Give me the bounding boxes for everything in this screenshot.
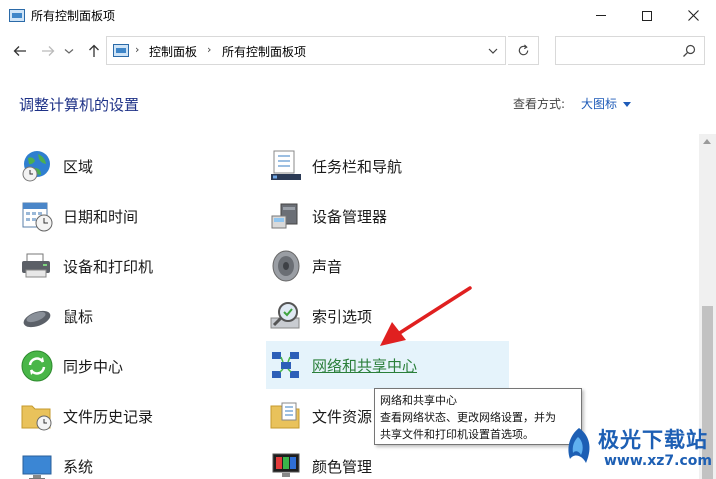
explorer-options-icon	[270, 402, 300, 429]
item-color-management[interactable]: 颜色管理	[266, 444, 506, 479]
printer-icon	[22, 253, 50, 278]
maximize-icon	[642, 10, 652, 21]
refresh-icon	[518, 44, 528, 56]
tooltip-line: 共享文件和打印机设置首选项。	[380, 428, 534, 441]
item-label: 文件历史记录	[63, 407, 154, 426]
tooltip-line: 查看网络状态、更改网络设置，并为	[380, 411, 556, 424]
color-management-icon	[272, 453, 300, 477]
speaker-icon	[272, 250, 300, 282]
recent-locations-button[interactable]	[62, 41, 76, 61]
item-label: 鼠标	[63, 307, 94, 326]
scroll-up-icon[interactable]	[703, 139, 711, 144]
item-label: 系统	[63, 457, 94, 476]
network-icon	[272, 352, 299, 378]
tooltip: 网络和共享中心 查看网络状态、更改网络设置，并为 共享文件和打印机设置首选项。	[374, 388, 582, 445]
device-manager-icon	[271, 203, 298, 229]
maximize-button[interactable]	[624, 0, 670, 31]
item-device-manager[interactable]: 设备管理器	[266, 194, 506, 238]
watermark-brand: 极光下载站	[598, 428, 708, 452]
view-by-dropdown[interactable]: 大图标	[581, 95, 632, 112]
control-panel-icon	[113, 44, 129, 57]
arrow-right-icon	[42, 46, 55, 56]
search-input[interactable]	[560, 41, 678, 61]
folder-clock-icon	[21, 405, 52, 431]
item-label: 日期和时间	[63, 207, 139, 226]
close-button[interactable]	[670, 0, 716, 31]
taskbar-icon	[271, 150, 301, 180]
indexing-icon	[270, 302, 300, 329]
chevron-down-icon[interactable]	[487, 45, 499, 57]
up-button[interactable]	[84, 41, 104, 61]
title-bar: 所有控制面板项	[0, 0, 716, 31]
item-region[interactable]: 区域	[17, 144, 242, 188]
view-by-value: 大图标	[581, 97, 618, 111]
chevron-down-icon	[64, 49, 74, 54]
globe-clock-icon	[22, 151, 50, 182]
item-sync-center[interactable]: 同步中心	[17, 344, 242, 388]
mouse-icon	[23, 310, 51, 328]
item-taskbar-navigation[interactable]: 任务栏和导航	[266, 144, 506, 188]
item-label: 任务栏和导航	[312, 157, 403, 176]
breadcrumb-separator-icon[interactable]: ›	[135, 43, 139, 56]
caret-down-icon	[623, 102, 632, 107]
page-title: 调整计算机的设置	[19, 96, 140, 114]
address-bar[interactable]: › 控制面板 › 所有控制面板项	[106, 36, 506, 65]
forward-button[interactable]	[38, 41, 58, 61]
window-title: 所有控制面板项	[31, 9, 116, 23]
breadcrumb-all-items[interactable]: 所有控制面板项	[222, 43, 306, 60]
item-label: 索引选项	[312, 307, 373, 326]
minimize-icon	[596, 15, 606, 16]
item-label: 网络和共享中心	[312, 356, 418, 375]
breadcrumb-control-panel[interactable]: 控制面板	[149, 43, 197, 60]
item-devices-printers[interactable]: 设备和打印机	[17, 244, 242, 288]
navigation-bar: › 控制面板 › 所有控制面板项	[0, 31, 716, 71]
close-icon	[687, 10, 699, 21]
item-label: 文件资源	[312, 407, 373, 426]
item-label: 区域	[63, 157, 94, 176]
sync-icon	[21, 350, 53, 382]
watermark-logo-icon	[568, 428, 590, 463]
item-label: 设备和打印机	[63, 257, 154, 276]
view-by-label: 查看方式:	[513, 97, 566, 111]
search-icon	[683, 44, 696, 57]
arrow-left-icon	[13, 46, 26, 56]
item-label: 颜色管理	[312, 457, 373, 476]
watermark: 极光下载站 www.xz7.com	[558, 421, 714, 477]
watermark-url: www.xz7.com	[604, 453, 712, 469]
item-label: 同步中心	[63, 357, 124, 376]
tooltip-title: 网络和共享中心	[380, 394, 457, 407]
item-label: 设备管理器	[312, 207, 388, 226]
item-mouse[interactable]: 鼠标	[17, 294, 242, 338]
calendar-clock-icon	[22, 202, 53, 232]
back-button[interactable]	[10, 41, 30, 61]
item-file-history[interactable]: 文件历史记录	[17, 394, 242, 438]
control-panel-icon	[9, 9, 25, 22]
item-system[interactable]: 系统	[17, 444, 242, 479]
item-label: 声音	[312, 257, 343, 276]
item-date-time[interactable]: 日期和时间	[17, 194, 242, 238]
refresh-button[interactable]	[508, 36, 539, 65]
annotation-arrow-icon	[380, 286, 472, 346]
search-box[interactable]	[555, 36, 705, 65]
computer-icon	[22, 455, 52, 479]
breadcrumb-separator-icon[interactable]: ›	[207, 43, 211, 56]
arrow-up-icon	[89, 44, 99, 57]
minimize-button[interactable]	[578, 0, 624, 31]
